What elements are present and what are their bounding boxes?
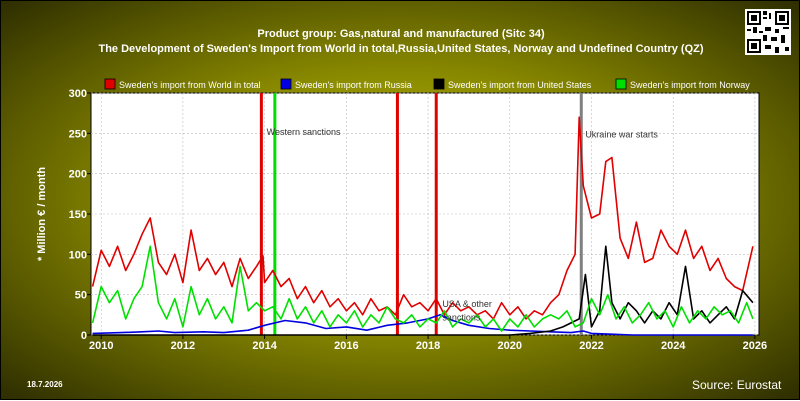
y-tick-label-4: 200 [69,169,87,181]
x-tick-label-0: 2010 [89,340,113,352]
y-tick-label-5: 250 [69,128,87,140]
chart-legend: Sweden's import from World in total Swede… [104,78,750,90]
y-tick-label-6: 300 [69,88,87,100]
x-tick-label-7: 2024 [661,340,686,352]
annotation-1: Ukraine war starts [585,129,658,139]
x-tick-label-6: 2022 [579,340,603,352]
chart-canvas: Sweden's import from World in total Swede… [36,78,767,352]
y-tick-label-0: 0 [81,330,87,342]
legend-swatch-2 [433,78,445,90]
x-tick-label-4: 2018 [416,340,440,352]
x-tick-label-8: 2026 [743,340,767,352]
legend-label-3: Sweden's import from Norway [630,80,750,90]
x-tick-label-3: 2016 [334,340,358,352]
y-axis-ticks: 0 50 100 150 200 250 300 [69,88,91,342]
chart-date: 18.7.2026 [27,380,63,389]
annotation-0: Western sanctions [267,127,341,137]
y-tick-label-3: 150 [69,209,87,221]
x-tick-label-2: 2014 [252,340,277,352]
x-tick-label-5: 2020 [498,340,522,352]
legend-swatch-1 [280,78,292,90]
x-tick-label-1: 2012 [171,340,195,352]
annotation-2: USA & other [442,299,492,309]
legend-label-2: Sweden's import from United States [448,80,592,90]
y-tick-label-2: 100 [69,249,87,261]
legend-label-1: Sweden's import from Russia [295,80,412,90]
chart-source: Source: Eurostat [692,378,782,392]
y-tick-label-1: 50 [75,290,87,302]
legend-label-0: Sweden's import from World in total [119,80,261,90]
annotation-3: sanctions [442,312,481,322]
legend-swatch-3 [615,78,627,90]
chart-frame: Product group: Gas,natural and manufactu… [0,0,800,400]
y-axis-label: * Million € / month [36,167,48,261]
x-axis-ticks: 2010 2012 2014 2016 2018 2020 2022 2024 2026 [89,335,767,352]
legend-swatch-0 [104,78,116,90]
